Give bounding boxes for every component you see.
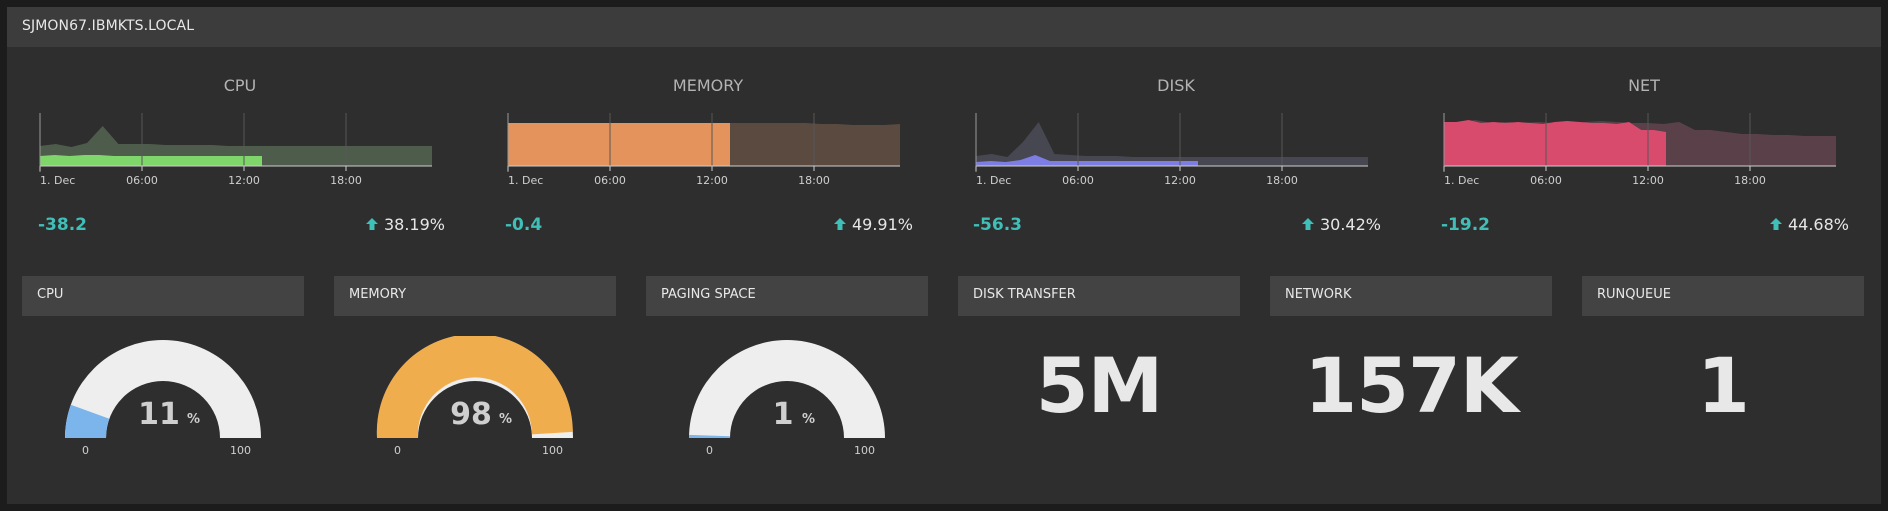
x-tick-label: 1. Dec: [976, 174, 1011, 187]
x-tick-label: 1. Dec: [40, 174, 75, 187]
cpu-percent-value: 38.19%: [383, 215, 445, 234]
runqueue-box-header: RUNQUEUE: [1582, 276, 1864, 316]
x-tick-label: 06:00: [594, 174, 626, 187]
memory-gauge: 98 % 0 100: [376, 336, 573, 457]
memory-box-title: MEMORY: [349, 287, 407, 302]
gauge-value: 1: [773, 397, 794, 432]
gauge-value: 98: [450, 397, 492, 432]
cpu-box-title: CPU: [37, 287, 64, 302]
cpu-chart-title: CPU: [223, 76, 257, 95]
series-current-area: [40, 155, 262, 166]
disk-transfer-box-header: DISK TRANSFER: [958, 276, 1240, 316]
x-tick-label: 12:00: [1632, 174, 1664, 187]
x-tick-label: 12:00: [696, 174, 728, 187]
x-tick-label: 06:00: [1062, 174, 1094, 187]
paging-space-gauge: 1 % 0 100: [689, 340, 885, 457]
gauge-min-label: 0: [706, 444, 713, 457]
memory-change-value: -0.4: [505, 215, 543, 235]
cpu-percent-stat: 38.19%: [305, 215, 445, 234]
gauge-value: 11: [138, 397, 180, 432]
x-tick-label: 06:00: [126, 174, 158, 187]
net-percent-value: 44.68%: [1787, 215, 1849, 234]
net-area-chart: 1. Dec 06:00 12:00 18:00: [1443, 113, 1836, 187]
disk-percent-value: 30.42%: [1319, 215, 1381, 234]
gauge-unit: %: [499, 412, 512, 427]
memory-area-chart: 1. Dec 06:00 12:00 18:00: [507, 113, 900, 187]
net-chart-title: NET: [1628, 76, 1660, 95]
cpu-gauge: 11 % 0 100: [65, 340, 261, 457]
x-tick-label: 18:00: [798, 174, 830, 187]
network-value: 157K: [1304, 341, 1519, 430]
paging-space-box-title: PAGING SPACE: [661, 287, 756, 302]
gauge-max-label: 100: [854, 444, 875, 457]
x-tick-label: 12:00: [228, 174, 260, 187]
disk-percent-stat: 30.42%: [1241, 215, 1381, 234]
memory-percent-value: 49.91%: [851, 215, 913, 234]
panel-title-bar: SJMON67.IBMKTS.LOCAL: [7, 7, 1881, 47]
net-percent-stat: 44.68%: [1709, 215, 1849, 234]
panel-title: SJMON67.IBMKTS.LOCAL: [22, 18, 195, 34]
arrow-up-icon: [833, 218, 846, 230]
x-tick-label: 06:00: [1530, 174, 1562, 187]
net-change-value: -19.2: [1441, 215, 1490, 235]
runqueue-value: 1: [1697, 341, 1750, 430]
memory-box-header: MEMORY: [334, 276, 616, 316]
memory-chart-title: MEMORY: [672, 76, 744, 95]
gauge-max-label: 100: [542, 444, 563, 457]
series-current-area: [508, 123, 730, 166]
runqueue-box-title: RUNQUEUE: [1597, 287, 1671, 302]
x-tick-label: 18:00: [330, 174, 362, 187]
gauge-min-label: 0: [394, 444, 401, 457]
disk-area-chart: 1. Dec 06:00 12:00 18:00: [975, 113, 1368, 187]
x-tick-label: 12:00: [1164, 174, 1196, 187]
cpu-change-value: -38.2: [38, 215, 87, 235]
gauge-unit: %: [187, 412, 200, 427]
cpu-area-chart: 1. Dec 06:00 12:00 18:00: [39, 113, 432, 187]
gauge-unit: %: [802, 412, 815, 427]
x-tick-label: 1. Dec: [1444, 174, 1479, 187]
disk-chart-title: DISK: [1157, 76, 1195, 95]
gauge-max-label: 100: [230, 444, 251, 457]
arrow-up-icon: [365, 218, 378, 230]
disk-transfer-value: 5M: [1035, 341, 1164, 430]
gauge-min-label: 0: [82, 444, 89, 457]
disk-change-value: -56.3: [973, 215, 1022, 235]
arrow-up-icon: [1301, 218, 1314, 230]
x-tick-label: 1. Dec: [508, 174, 543, 187]
disk-transfer-box-title: DISK TRANSFER: [973, 287, 1076, 302]
memory-percent-stat: 49.91%: [773, 215, 913, 234]
paging-space-box-header: PAGING SPACE: [646, 276, 928, 316]
network-box-header: NETWORK: [1270, 276, 1552, 316]
series-current-area: [1444, 120, 1666, 166]
arrow-up-icon: [1769, 218, 1782, 230]
x-tick-label: 18:00: [1734, 174, 1766, 187]
x-tick-label: 18:00: [1266, 174, 1298, 187]
network-box-title: NETWORK: [1285, 287, 1352, 302]
cpu-box-header: CPU: [22, 276, 304, 316]
